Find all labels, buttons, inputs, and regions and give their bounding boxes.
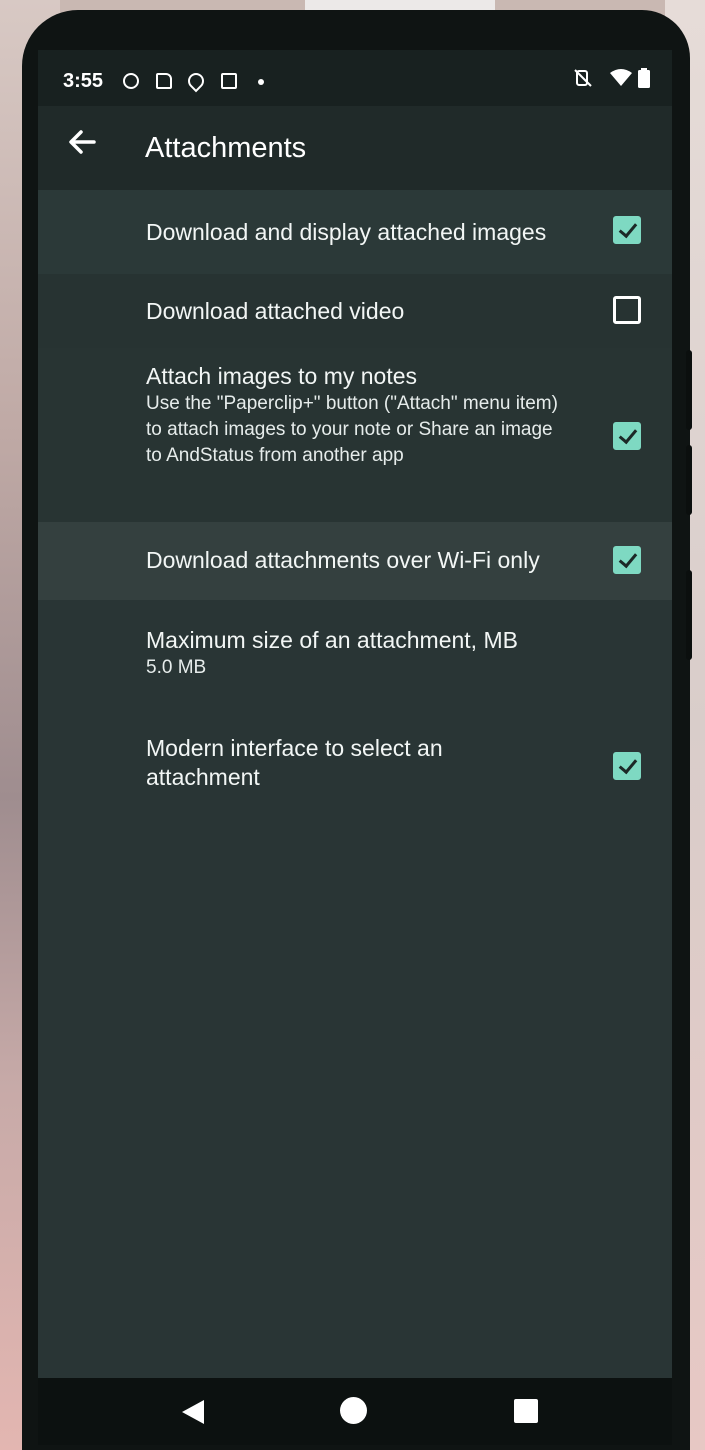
app-notification-icon bbox=[123, 73, 139, 89]
pref-summary: Use the "Paperclip+" button ("Attach" me… bbox=[146, 393, 558, 466]
navigation-bar bbox=[38, 1378, 672, 1445]
pref-summary: 5.0 MB bbox=[146, 657, 207, 678]
location-icon bbox=[184, 69, 208, 93]
pref-title: Download attached video bbox=[146, 298, 405, 324]
checkbox-modern-interface[interactable] bbox=[613, 752, 641, 780]
dot-icon bbox=[258, 79, 264, 85]
pref-max-size[interactable]: Maximum size of an attachment, MB 5.0 MB bbox=[38, 600, 672, 710]
pref-wifi-only[interactable]: Download attachments over Wi-Fi only bbox=[38, 522, 672, 600]
mute-vibrate-icon bbox=[573, 68, 593, 94]
pref-title: Download and display attached images bbox=[146, 219, 547, 245]
pref-title: Modern interface to select an attachment bbox=[146, 735, 443, 790]
checkbox-wifi-only[interactable] bbox=[613, 546, 641, 574]
checkbox-display-images[interactable] bbox=[613, 216, 641, 244]
pref-modern-interface[interactable]: Modern interface to select an attachment bbox=[38, 710, 672, 820]
page-title: Attachments bbox=[145, 132, 307, 164]
screen: 3:55 Attachments Download and display at… bbox=[38, 50, 672, 1445]
status-time: 3:55 bbox=[63, 70, 104, 92]
nav-home-icon[interactable] bbox=[340, 1397, 367, 1424]
pref-title: Attach images to my notes bbox=[146, 363, 418, 389]
battery-icon bbox=[638, 68, 650, 94]
app-bar: Attachments bbox=[38, 106, 672, 190]
status-bar: 3:55 bbox=[38, 50, 672, 106]
pref-download-display-images[interactable]: Download and display attached images bbox=[38, 190, 672, 274]
wifi-icon bbox=[609, 68, 633, 94]
pref-download-video[interactable]: Download attached video bbox=[38, 274, 672, 348]
back-arrow-icon[interactable] bbox=[62, 122, 102, 162]
sim-card-icon bbox=[156, 73, 172, 89]
nav-recents-icon[interactable] bbox=[514, 1399, 538, 1423]
power-button bbox=[686, 570, 692, 660]
pref-attach-images[interactable]: Attach images to my notes Use the "Paper… bbox=[38, 348, 672, 522]
checkbox-download-video[interactable] bbox=[613, 296, 641, 324]
shopping-bag-icon bbox=[221, 73, 237, 89]
volume-button bbox=[686, 350, 692, 430]
pref-title: Download attachments over Wi-Fi only bbox=[146, 547, 540, 573]
volume-button-2 bbox=[686, 445, 692, 515]
nav-back-icon[interactable] bbox=[182, 1400, 204, 1424]
checkbox-attach-images[interactable] bbox=[613, 422, 641, 450]
settings-list: Download and display attached images Dow… bbox=[38, 190, 672, 820]
pref-title: Maximum size of an attachment, MB bbox=[146, 627, 518, 653]
